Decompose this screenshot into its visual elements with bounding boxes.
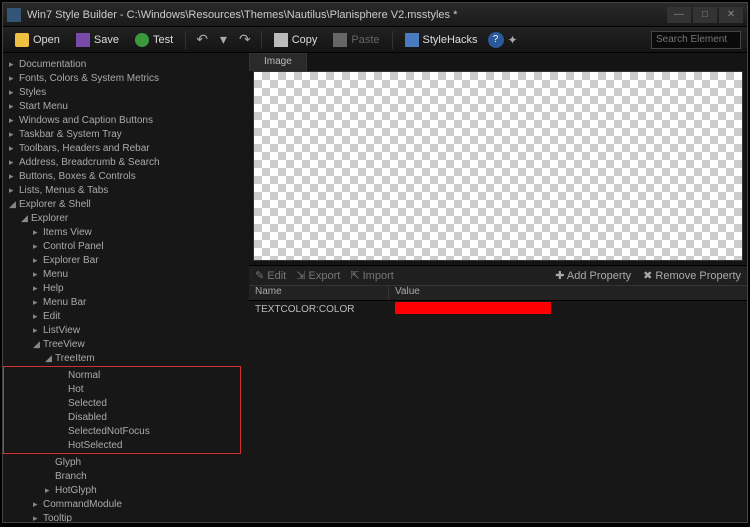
forward-button[interactable]: ↷ [235, 31, 255, 48]
copy-button[interactable]: Copy [268, 31, 324, 49]
minimize-button[interactable]: — [667, 7, 691, 23]
tree-item[interactable]: ▸Windows and Caption Buttons [3, 113, 249, 127]
search-input[interactable] [651, 31, 741, 49]
tree-item[interactable]: ◢TreeView [3, 337, 249, 351]
tree-item[interactable]: ▸Explorer Bar [3, 253, 249, 267]
edit-button[interactable]: ✎ Edit [255, 269, 286, 282]
tree-item[interactable]: Hot [4, 382, 240, 396]
tree-item[interactable]: ▸Toolbars, Headers and Rebar [3, 141, 249, 155]
test-button[interactable]: Test [129, 31, 179, 49]
tree-item[interactable]: ▸Taskbar & System Tray [3, 127, 249, 141]
import-button[interactable]: ⇱ Import [350, 269, 393, 282]
tree-item[interactable]: Selected [4, 396, 240, 410]
tree-item[interactable]: ▸Items View [3, 225, 249, 239]
tree-item[interactable]: SelectedNotFocus [4, 424, 240, 438]
tree-item[interactable]: ▸Control Panel [3, 239, 249, 253]
folder-icon [15, 33, 29, 47]
stylehacks-icon [405, 33, 419, 47]
titlebar[interactable]: Win7 Style Builder - C:\Windows\Resource… [3, 3, 747, 27]
column-name[interactable]: Name [249, 286, 389, 300]
open-button[interactable]: Open [9, 31, 66, 49]
tree-item[interactable]: Disabled [4, 410, 240, 424]
app-icon [7, 8, 21, 22]
tree-item[interactable]: ▸Menu Bar [3, 295, 249, 309]
main-toolbar: Open Save Test ↶ ▾ ↷ Copy Paste StyleHac… [3, 27, 747, 53]
tree-item[interactable]: Branch [3, 469, 249, 483]
image-preview[interactable] [253, 71, 743, 261]
copy-icon [274, 33, 288, 47]
color-swatch[interactable] [395, 302, 551, 314]
export-button[interactable]: ⇲ Export [296, 269, 340, 282]
tree-item[interactable]: ▸Help [3, 281, 249, 295]
highlighted-states: NormalHotSelectedDisabledSelectedNotFocu… [3, 366, 241, 454]
tree-item[interactable]: ▸Edit [3, 309, 249, 323]
image-tab[interactable]: Image [249, 53, 307, 71]
property-list[interactable]: TEXTCOLOR:COLOR [249, 301, 747, 522]
tree-item[interactable]: ▸Fonts, Colors & System Metrics [3, 71, 249, 85]
tree-item[interactable]: Normal [4, 368, 240, 382]
back-button[interactable]: ↶ [192, 31, 212, 48]
window-title: Win7 Style Builder - C:\Windows\Resource… [27, 9, 667, 21]
disk-icon [76, 33, 90, 47]
tree-item[interactable]: ▸HotGlyph [3, 483, 249, 497]
tree-item[interactable]: ▸Buttons, Boxes & Controls [3, 169, 249, 183]
tree-item[interactable]: ▸Lists, Menus & Tabs [3, 183, 249, 197]
tree-item[interactable]: ▸Menu [3, 267, 249, 281]
tree-item[interactable]: ▸Start Menu [3, 99, 249, 113]
save-button[interactable]: Save [70, 31, 125, 49]
close-button[interactable]: ✕ [719, 7, 743, 23]
property-value[interactable] [389, 302, 747, 317]
tree-item[interactable]: ◢TreeItem [3, 351, 249, 365]
property-toolbar: ✎ Edit ⇲ Export ⇱ Import ✚ Add Property … [249, 265, 747, 285]
remove-property-button[interactable]: ✖ Remove Property [643, 269, 741, 282]
maximize-button[interactable]: □ [693, 7, 717, 23]
navigation-tree[interactable]: ▸Documentation▸Fonts, Colors & System Me… [3, 53, 249, 522]
column-value[interactable]: Value [389, 286, 747, 300]
add-property-button[interactable]: ✚ Add Property [555, 269, 631, 282]
property-name: TEXTCOLOR:COLOR [249, 304, 389, 315]
tree-item[interactable]: ▸ListView [3, 323, 249, 337]
tree-item[interactable]: HotSelected [4, 438, 240, 452]
stylehacks-button[interactable]: StyleHacks [399, 31, 484, 49]
tree-item[interactable]: ▸Styles [3, 85, 249, 99]
tree-item[interactable]: ◢Explorer & Shell [3, 197, 249, 211]
property-row[interactable]: TEXTCOLOR:COLOR [249, 301, 747, 317]
paste-button[interactable]: Paste [327, 31, 385, 49]
tree-item[interactable]: ▸CommandModule [3, 497, 249, 511]
wand-button[interactable]: ✦ [508, 33, 518, 47]
tree-item[interactable]: ▸Documentation [3, 57, 249, 71]
help-button[interactable]: ? [488, 32, 504, 48]
play-icon [135, 33, 149, 47]
tree-item[interactable]: Glyph [3, 455, 249, 469]
back-dropdown[interactable]: ▾ [216, 31, 231, 48]
tree-item[interactable]: ▸Address, Breadcrumb & Search [3, 155, 249, 169]
tree-item[interactable]: ◢Explorer [3, 211, 249, 225]
paste-icon [333, 33, 347, 47]
property-header: Name Value [249, 285, 747, 301]
tree-item[interactable]: ▸Tooltip [3, 511, 249, 522]
